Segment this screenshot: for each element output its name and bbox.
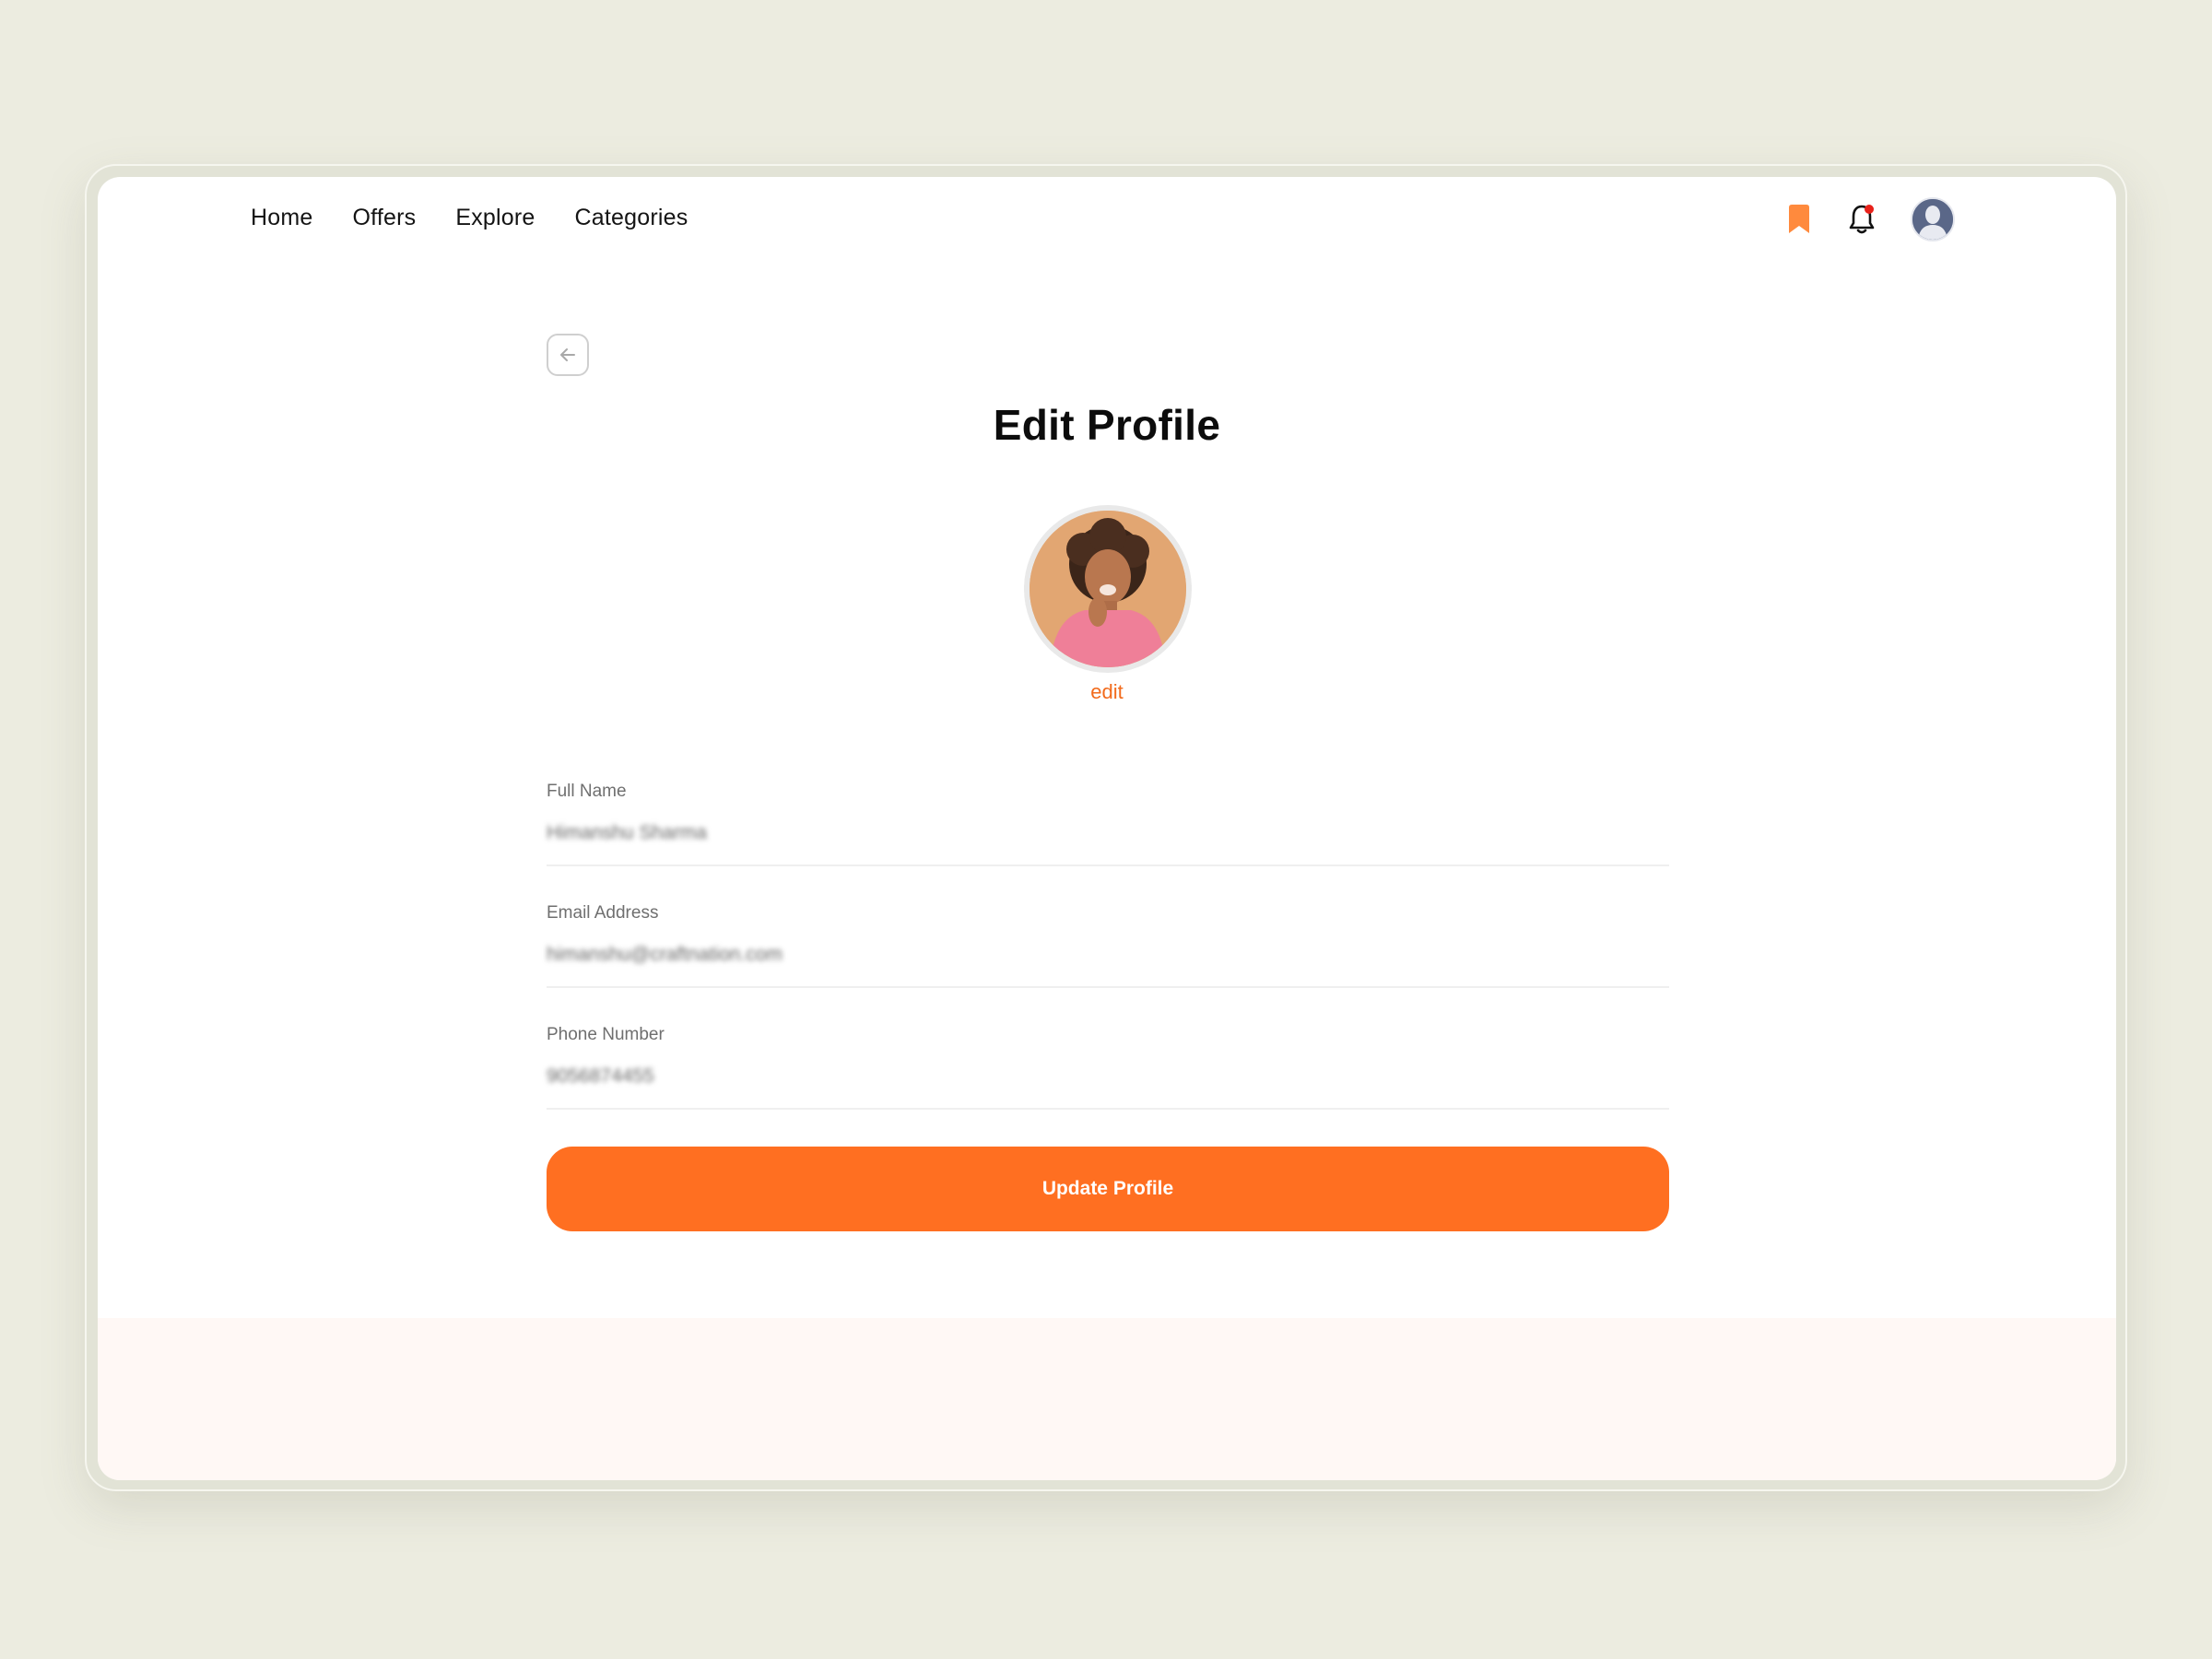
edit-photo-link[interactable]: edit [98, 680, 2116, 704]
phone-input[interactable] [547, 1058, 1669, 1095]
notification-dot [1865, 205, 1874, 214]
nav-explore-link[interactable]: Explore [455, 205, 535, 231]
profile-photo[interactable] [1024, 505, 1192, 673]
footer-band [98, 1318, 2116, 1480]
email-label: Email Address [547, 903, 659, 923]
top-nav: Home Offers Explore Categories [251, 205, 688, 231]
page-title: Edit Profile [993, 401, 1221, 449]
nav-home-link[interactable]: Home [251, 205, 313, 231]
full-name-label: Full Name [547, 782, 627, 801]
full-name-field: Full Name [547, 782, 1669, 866]
email-field: Email Address [547, 903, 1669, 988]
nav-categories-link[interactable]: Categories [575, 205, 688, 231]
user-avatar[interactable] [1911, 197, 1955, 241]
nav-offers-link[interactable]: Offers [353, 205, 417, 231]
full-name-input[interactable] [547, 815, 1669, 852]
phone-label: Phone Number [547, 1025, 665, 1044]
bookmark-icon[interactable] [1785, 204, 1813, 235]
nav-actions [1785, 197, 1955, 241]
bell-icon[interactable] [1846, 203, 1877, 236]
app-frame: Home Offers Explore Categories Edit Prof… [85, 164, 2127, 1491]
browser-window: Home Offers Explore Categories Edit Prof… [98, 177, 2116, 1480]
back-button[interactable] [547, 334, 589, 376]
phone-field: Phone Number [547, 1025, 1669, 1110]
update-profile-button[interactable]: Update Profile [547, 1147, 1669, 1231]
arrow-left-icon [560, 348, 575, 361]
email-input[interactable] [547, 936, 1669, 973]
